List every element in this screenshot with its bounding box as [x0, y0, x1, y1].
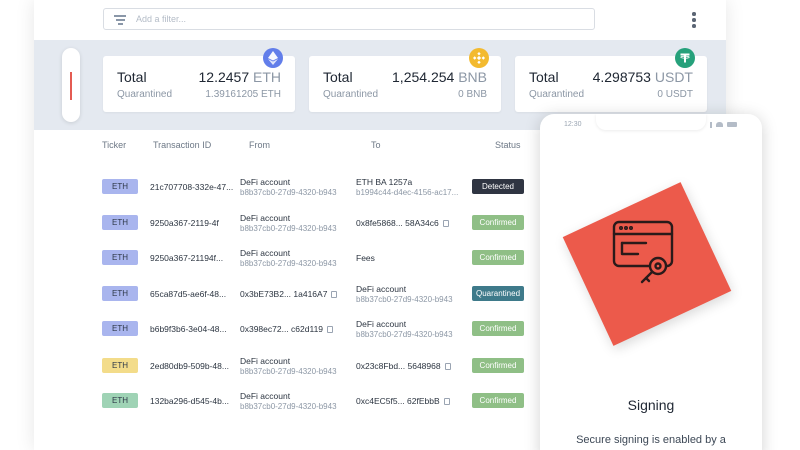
from-name: DeFi account — [240, 213, 291, 223]
quarantined-amount: 0 USDT — [657, 89, 693, 100]
total-label: Total — [529, 69, 559, 85]
scroll-handle[interactable] — [62, 48, 80, 122]
status-bar-icons — [710, 122, 746, 128]
copy-icon[interactable] — [444, 363, 451, 370]
status-badge: Quarantined — [472, 286, 524, 301]
from-id: b8b37cb0-27d9-4320-b943 — [240, 367, 337, 376]
from-id: b8b37cb0-27d9-4320-b943 — [240, 259, 337, 268]
status-badge: Confirmed — [472, 250, 524, 265]
from-address: 0x398ec72... c62d119 — [240, 324, 334, 334]
header-from[interactable]: From — [249, 140, 270, 150]
to-name: ETH BA 1257a — [356, 177, 413, 187]
transaction-id: 9250a367-21194f... — [150, 253, 224, 263]
status-badge: Confirmed — [472, 215, 524, 230]
from-id: b8b37cb0-27d9-4320-b943 — [240, 224, 337, 233]
to-address: 0x23c8Fbd... 5648968 — [356, 361, 451, 371]
transaction-id: 2ed80db9-509b-48... — [150, 361, 229, 371]
status-badge: Confirmed — [472, 358, 524, 373]
total-label: Total — [117, 69, 147, 85]
total-label: Total — [323, 69, 353, 85]
copy-icon[interactable] — [443, 398, 450, 405]
tether-icon — [675, 48, 695, 68]
kebab-menu-icon[interactable] — [691, 12, 697, 30]
from-name: DeFi account — [240, 391, 291, 401]
ticker-badge: ETH — [102, 393, 138, 408]
filter-lines-icon — [114, 15, 126, 25]
from-name: DeFi account — [240, 177, 291, 187]
transaction-id: b6b9f3b6-3e04-48... — [150, 324, 227, 334]
status-badge: Confirmed — [472, 321, 524, 336]
transaction-id: 132ba296-d545-4b... — [150, 396, 229, 406]
header-transaction-id[interactable]: Transaction ID — [153, 140, 211, 150]
total-amount: 4.298753 USDT — [592, 69, 693, 85]
ticker-badge: ETH — [102, 250, 138, 265]
filter-input[interactable]: Add a filter... — [103, 8, 595, 30]
header-status[interactable]: Status — [495, 140, 521, 150]
signing-description: Secure signing is enabled by a — [576, 434, 726, 446]
phone-notch — [596, 114, 706, 130]
copy-icon[interactable] — [331, 291, 338, 298]
transaction-id: 21c707708-332e-47... — [150, 182, 234, 192]
header-to[interactable]: To — [371, 140, 381, 150]
copy-icon[interactable] — [442, 220, 449, 227]
quarantined-amount: 1.39161205 ETH — [205, 89, 281, 100]
quarantined-label: Quarantined — [323, 89, 379, 100]
quarantined-label: Quarantined — [117, 89, 173, 100]
ticker-badge: ETH — [102, 358, 138, 373]
to-id: b8b37cb0-27d9-4320-b943 — [356, 295, 453, 304]
balance-card-eth: Total 12.2457 ETH Quarantined 1.39161205… — [103, 48, 295, 112]
to-id: b1994c44-d4ec-4156-ac17... — [356, 188, 459, 197]
ticker-badge: ETH — [102, 286, 138, 301]
filter-bar: Add a filter... — [34, 0, 726, 40]
from-id: b8b37cb0-27d9-4320-b943 — [240, 402, 337, 411]
to-label: Fees — [356, 253, 375, 263]
to-name: DeFi account — [356, 319, 407, 329]
transaction-id: 65ca87d5-ae6f-48... — [150, 289, 227, 299]
status-badge: Detected — [472, 179, 524, 194]
quarantined-amount: 0 BNB — [458, 89, 487, 100]
balance-card-bnb: Total 1,254.254 BNB Quarantined 0 BNB — [309, 48, 501, 112]
header-ticker[interactable]: Ticker — [102, 140, 126, 150]
phone-mockup: 12:30 Signing Secure signing is enabled … — [540, 114, 762, 450]
ticker-badge: ETH — [102, 215, 138, 230]
status-bar-time: 12:30 — [564, 121, 582, 128]
to-address: 0xc4EC5f5... 62fEbbB — [356, 396, 450, 406]
from-name: DeFi account — [240, 248, 291, 258]
binance-icon — [469, 48, 489, 68]
signing-title: Signing — [627, 397, 675, 413]
ethereum-icon — [263, 48, 283, 68]
total-amount: 12.2457 ETH — [198, 69, 282, 85]
from-name: DeFi account — [240, 356, 291, 366]
filter-placeholder: Add a filter... — [136, 14, 187, 24]
quarantined-label: Quarantined — [529, 89, 585, 100]
to-address: 0x8fe5868... 58A34c6 — [356, 218, 449, 228]
status-badge: Confirmed — [472, 393, 524, 408]
from-address: 0x3bE73B2... 1a416A7 — [240, 289, 338, 299]
ticker-badge: ETH — [102, 179, 138, 194]
total-amount: 1,254.254 BNB — [392, 69, 487, 85]
signing-key-window-icon — [612, 220, 674, 284]
balance-card-usdt: Total 4.298753 USDT Quarantined 0 USDT — [515, 48, 707, 112]
to-name: DeFi account — [356, 284, 407, 294]
to-id: b8b37cb0-27d9-4320-b943 — [356, 330, 453, 339]
from-id: b8b37cb0-27d9-4320-b943 — [240, 188, 337, 197]
ticker-badge: ETH — [102, 321, 138, 336]
copy-icon[interactable] — [327, 326, 334, 333]
transaction-id: 9250a367-2119-4f — [150, 218, 219, 228]
